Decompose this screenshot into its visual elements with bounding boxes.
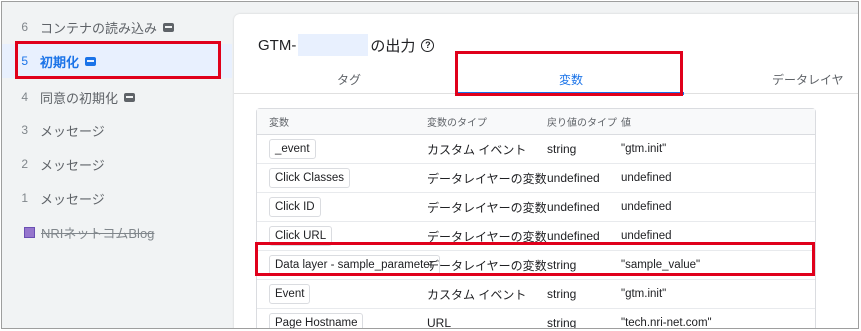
table-row: Event カスタム イベント string "gtm.init" (257, 280, 815, 309)
return-type: undefined (547, 229, 600, 243)
event-number: 3 (21, 123, 28, 137)
return-type: undefined (547, 171, 600, 185)
variable-value: undefined (621, 230, 672, 242)
sidebar-item-label: 初期化 (40, 54, 80, 70)
variable-name-chip[interactable]: _event (269, 139, 316, 159)
table-header: 変数 変数のタイプ 戻り値のタイプ 値 (257, 109, 815, 135)
tab-data-layer[interactable]: データレイヤ (772, 64, 858, 94)
variable-type: データレイヤーの変数 (427, 200, 547, 215)
redacted-container-id (298, 34, 369, 56)
table-row: Click ID データレイヤーの変数 undefined undefined (257, 193, 815, 222)
return-type: undefined (547, 200, 600, 214)
return-type: string (547, 142, 577, 156)
variable-value: "gtm.init" (621, 143, 667, 155)
gtm-preview-window: 6 コンテナの読み込み 5 初期化 4 同意の初期化 3 メッセージ 2 メッセ… (1, 1, 859, 329)
variable-type: データレイヤーの変数 (427, 258, 547, 273)
sidebar-item-container-load[interactable]: 6 コンテナの読み込み (2, 10, 232, 44)
sidebar-item-consent-init[interactable]: 4 同意の初期化 (2, 80, 232, 114)
sidebar-item-label: 同意の初期化 (40, 90, 119, 106)
return-type: string (547, 258, 577, 272)
variable-type: カスタム イベント (427, 287, 527, 302)
help-icon[interactable]: ? (421, 38, 435, 52)
sidebar-item-message-1[interactable]: 1 メッセージ (2, 181, 232, 215)
sidebar-item-label: メッセージ (40, 157, 105, 173)
variable-type: データレイヤーの変数 (427, 171, 547, 186)
header-variable-type: 変数のタイプ (427, 118, 487, 129)
event-number: 4 (21, 90, 28, 104)
tab-variables[interactable]: 変数 (458, 64, 684, 95)
blog-square-icon (24, 226, 35, 238)
title-prefix: GTM- (258, 36, 297, 54)
tag-badge-icon (163, 22, 175, 32)
sidebar-item-blog[interactable]: NRIネットコムBlog (2, 215, 232, 249)
table-row: _event カスタム イベント string "gtm.init" (257, 135, 815, 164)
sidebar-item-initialization[interactable]: 5 初期化 (2, 44, 232, 78)
sidebar-item-label: メッセージ (40, 123, 105, 139)
sidebar-item-label: メッセージ (40, 191, 105, 207)
event-number: 5 (21, 54, 28, 68)
variable-type: カスタム イベント (427, 142, 527, 157)
event-number: 6 (21, 20, 28, 34)
tag-badge-icon (85, 56, 97, 66)
page-title: GTM- の出力 ? (258, 34, 435, 56)
variable-value: "gtm.init" (621, 288, 667, 300)
variable-name-chip[interactable]: Event (269, 284, 311, 304)
variable-value: "tech.nri-net.com" (621, 317, 712, 329)
return-type: string (547, 287, 577, 301)
header-value: 値 (621, 118, 631, 129)
table-row: Data layer - sample_parameter データレイヤーの変数… (257, 251, 815, 280)
header-return-type: 戻り値のタイプ (547, 118, 617, 129)
variable-name-chip[interactable]: Click URL (269, 226, 333, 246)
tab-bar: タグ 変数 データレイヤ (234, 64, 858, 95)
variable-name-chip[interactable]: Click Classes (269, 168, 351, 188)
table-row: Click URL データレイヤーの変数 undefined undefined (257, 222, 815, 251)
variable-name-chip[interactable]: Click ID (269, 197, 321, 217)
tag-badge-icon (124, 92, 136, 102)
sidebar-item-label: コンテナの読み込み (40, 20, 158, 36)
variable-type: URL (427, 316, 452, 329)
header-variable: 変数 (269, 118, 289, 129)
return-type: string (547, 316, 577, 329)
blog-label: NRIネットコムBlog (41, 225, 155, 241)
sidebar-item-message-2[interactable]: 2 メッセージ (2, 147, 232, 181)
output-panel: GTM- の出力 ? タグ 変数 データレイヤ 変数 変数のタイプ 戻り値のタイ… (234, 14, 858, 329)
event-number: 2 (21, 157, 28, 171)
tab-tags[interactable]: タグ (294, 64, 404, 94)
sidebar-item-message-3[interactable]: 3 メッセージ (2, 113, 232, 147)
table-row: Click Classes データレイヤーの変数 undefined undef… (257, 164, 815, 193)
title-suffix: の出力 (370, 37, 416, 55)
table-row: Page Hostname URL string "tech.nri-net.c… (257, 309, 815, 329)
variable-value: "sample_value" (621, 259, 701, 271)
event-number: 1 (21, 191, 28, 205)
variable-type: データレイヤーの変数 (427, 229, 547, 244)
variable-name-chip[interactable]: Data layer - sample_parameter (269, 255, 440, 275)
variable-name-chip[interactable]: Page Hostname (269, 313, 364, 328)
event-sidebar: 6 コンテナの読み込み 5 初期化 4 同意の初期化 3 メッセージ 2 メッセ… (2, 2, 232, 328)
variable-value: undefined (621, 201, 672, 213)
variable-value: undefined (621, 172, 672, 184)
variables-table: 変数 変数のタイプ 戻り値のタイプ 値 _event カスタム イベント str… (256, 108, 816, 329)
